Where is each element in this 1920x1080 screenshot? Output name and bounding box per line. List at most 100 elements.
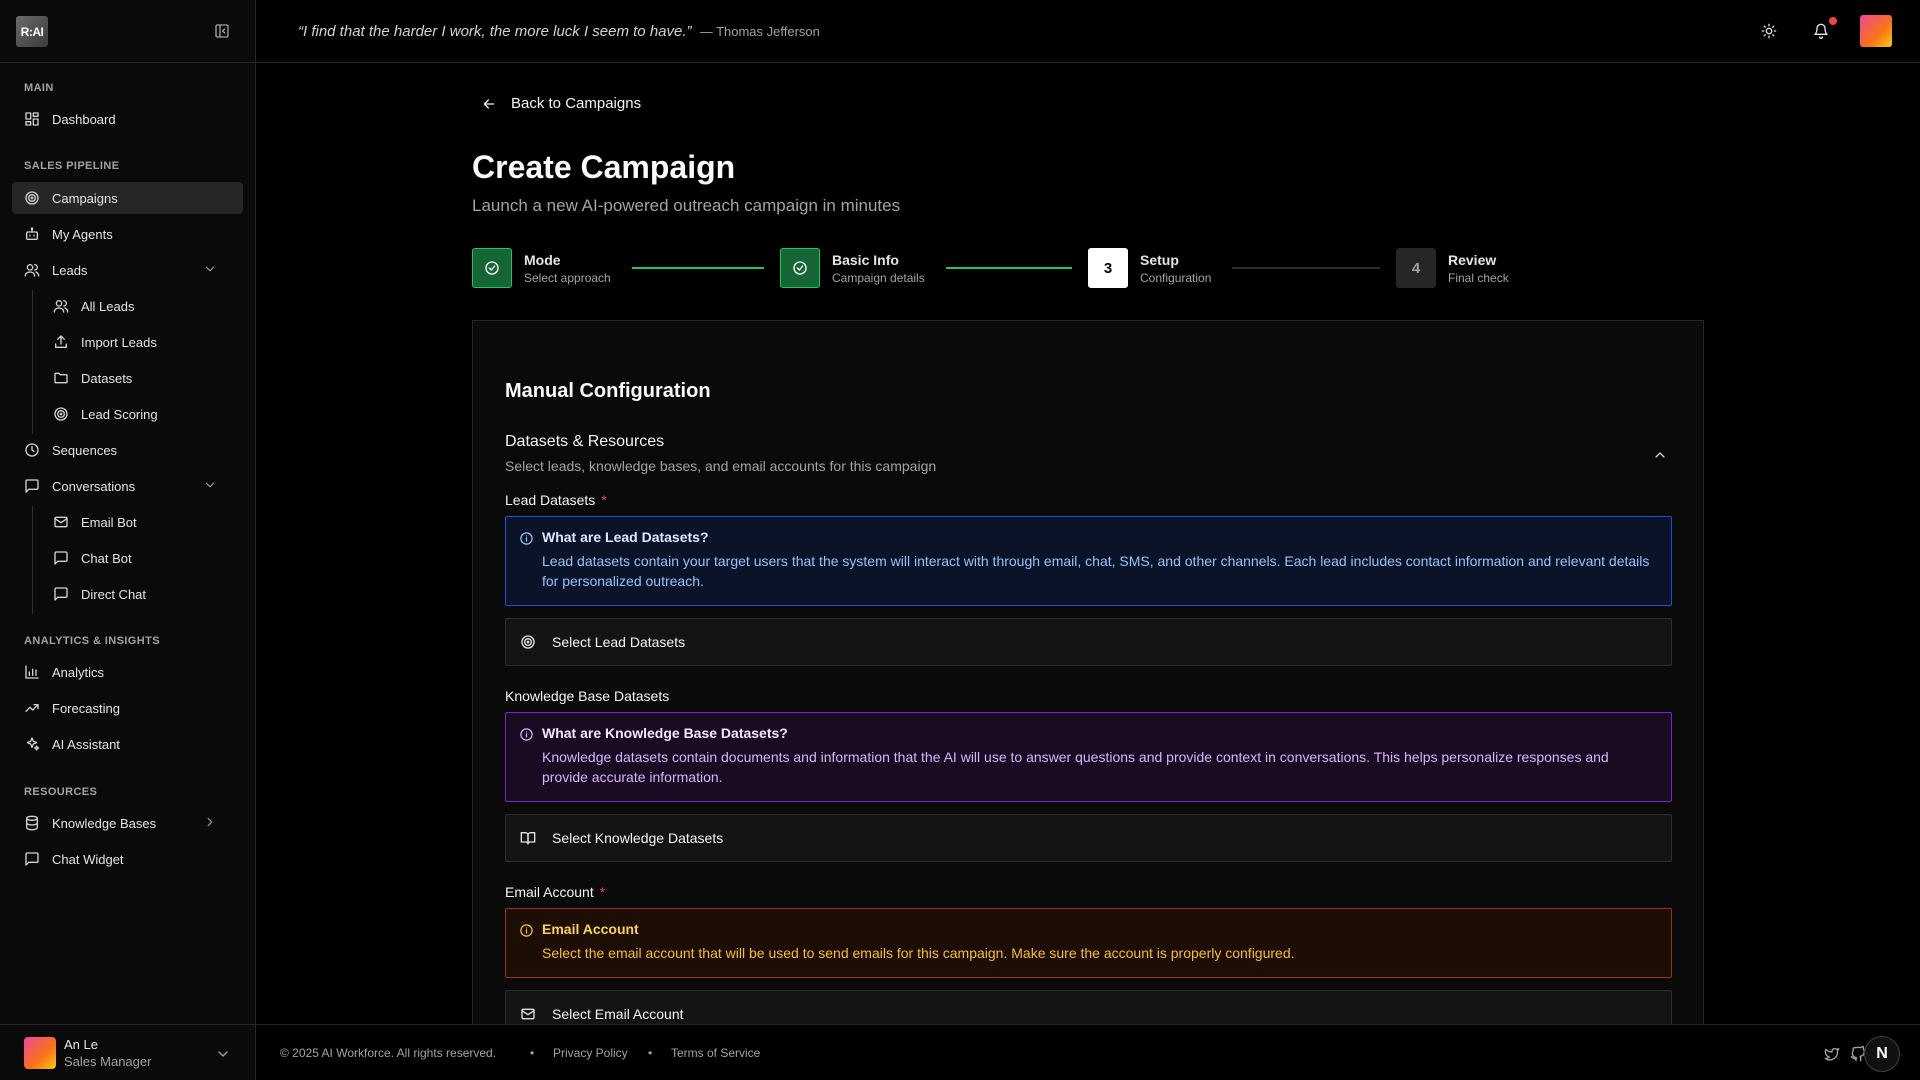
- sidebar-item-campaigns[interactable]: Campaigns: [12, 182, 243, 214]
- info-body: Select the email account that will be us…: [542, 945, 1295, 961]
- sidebar-item-label: Dashboard: [52, 111, 116, 127]
- sidebar-item-label: Conversations: [52, 478, 136, 494]
- section-main: MAIN: [24, 82, 54, 94]
- copyright: © 2025 AI Workforce. All rights reserved…: [280, 1046, 497, 1060]
- sidebar-item-label: Direct Chat: [81, 586, 147, 602]
- sidebar-item-label: Analytics: [52, 664, 105, 680]
- select-label: Select Lead Datasets: [552, 634, 686, 650]
- step-number: 4: [1396, 248, 1436, 288]
- sidebar-item-email-bot[interactable]: Email Bot: [41, 506, 243, 538]
- user-role: Sales Manager: [64, 1054, 152, 1069]
- required-marker: *: [601, 492, 607, 508]
- sidebar-item-direct-chat[interactable]: Direct Chat: [41, 578, 243, 610]
- sidebar-item-label: Import Leads: [81, 334, 157, 350]
- message-square-icon: [25, 479, 39, 493]
- back-to-campaigns-link[interactable]: Back to Campaigns: [481, 95, 641, 112]
- avatar[interactable]: [1860, 15, 1892, 47]
- sidebar-item-label: Datasets: [81, 370, 133, 386]
- message-square-icon: [54, 587, 68, 601]
- chevron-right-icon[interactable]: [203, 815, 217, 829]
- avatar: [24, 1037, 56, 1069]
- book-open-icon: [520, 832, 536, 845]
- step-subtitle: Campaign details: [832, 270, 925, 285]
- app-logo[interactable]: R:AI: [16, 16, 48, 47]
- sidebar-item-label: Chat Widget: [52, 851, 124, 867]
- target-icon: [54, 407, 68, 421]
- dashboard-icon: [25, 112, 39, 126]
- select-label: Select Knowledge Datasets: [552, 830, 724, 846]
- sidebar-item-label: Knowledge Bases: [52, 815, 157, 831]
- chevron-down-icon[interactable]: [203, 478, 217, 492]
- bot-icon: [26, 227, 38, 240]
- notification-badge: [1829, 17, 1837, 25]
- select-lead-datasets-button[interactable]: Select Lead Datasets: [505, 618, 1672, 666]
- info-icon: [520, 924, 533, 937]
- sparkles-icon: [26, 737, 40, 751]
- step-basic-info[interactable]: Basic Info Campaign details: [780, 248, 925, 288]
- motivational-quote: “I find that the harder I work, the more…: [298, 23, 820, 40]
- sidebar-item-label: Email Bot: [81, 514, 137, 530]
- arrow-left-icon: [483, 98, 495, 109]
- terms-of-service-link[interactable]: Terms of Service: [671, 1046, 760, 1060]
- chevron-up-icon[interactable]: [1652, 447, 1668, 463]
- sidebar-item-leads[interactable]: Leads: [12, 254, 243, 286]
- clock-icon: [25, 443, 39, 457]
- select-knowledge-datasets-button[interactable]: Select Knowledge Datasets: [505, 814, 1672, 862]
- chevron-down-icon[interactable]: [203, 262, 217, 276]
- section-sales-pipeline: SALES PIPELINE: [24, 160, 120, 172]
- sidebar-item-lead-scoring[interactable]: Lead Scoring: [41, 398, 243, 430]
- sidebar-item-knowledge-bases[interactable]: Knowledge Bases: [12, 807, 243, 839]
- sidebar-item-analytics[interactable]: Analytics: [12, 656, 243, 688]
- sidebar-item-label: Forecasting: [52, 700, 120, 716]
- page-title: Create Campaign: [472, 149, 736, 185]
- quote-author: — Thomas Jefferson: [699, 24, 820, 39]
- folder-icon: [54, 372, 68, 384]
- step-subtitle: Final check: [1448, 270, 1509, 285]
- step-title: Setup: [1140, 251, 1179, 268]
- separator: •: [530, 1046, 535, 1060]
- email-account-info: Email Account Select the email account t…: [505, 908, 1672, 978]
- step-title: Basic Info: [832, 251, 899, 268]
- leads-tree-line: [32, 290, 33, 434]
- bell-icon[interactable]: [1813, 23, 1829, 39]
- sidebar-item-label: My Agents: [52, 226, 113, 242]
- sidebar-item-all-leads[interactable]: All Leads: [41, 290, 243, 322]
- info-icon: [520, 532, 533, 545]
- step-review[interactable]: 4 Review Final check: [1396, 248, 1509, 288]
- chevron-down-icon[interactable]: [215, 1046, 231, 1062]
- sidebar-item-sequences[interactable]: Sequences: [12, 434, 243, 466]
- sidebar-item-chat-widget[interactable]: Chat Widget: [12, 843, 243, 875]
- sidebar-item-ai-assistant[interactable]: AI Assistant: [12, 728, 243, 760]
- separator: •: [648, 1046, 653, 1060]
- sidebar: R:AI MAIN Dashboard SALES PIPELINE Campa…: [0, 0, 256, 1080]
- sidebar-item-conversations[interactable]: Conversations: [12, 470, 243, 502]
- sidebar-item-dashboard[interactable]: Dashboard: [12, 103, 243, 135]
- info-body: Knowledge datasets contain documents and…: [542, 749, 1609, 785]
- page-subtitle: Launch a new AI-powered outreach campaig…: [472, 196, 901, 215]
- quote-text: “I find that the harder I work, the more…: [298, 23, 692, 40]
- message-square-icon: [54, 551, 68, 565]
- select-email-account-button[interactable]: Select Email Account: [505, 990, 1672, 1024]
- sidebar-item-chat-bot[interactable]: Chat Bot: [41, 542, 243, 574]
- sidebar-toggle-icon[interactable]: [214, 23, 230, 39]
- step-connector: [632, 267, 764, 269]
- section-title: Datasets & Resources: [505, 433, 665, 450]
- message-square-icon: [25, 852, 39, 866]
- user-menu[interactable]: An Le Sales Manager: [0, 1024, 256, 1080]
- sidebar-item-datasets[interactable]: Datasets: [41, 362, 243, 394]
- twitter-icon[interactable]: [1824, 1046, 1840, 1062]
- sidebar-item-my-agents[interactable]: My Agents: [12, 218, 243, 250]
- step-setup[interactable]: 3 Setup Configuration: [1088, 248, 1211, 288]
- step-mode[interactable]: Mode Select approach: [472, 248, 611, 288]
- footer: © 2025 AI Workforce. All rights reserved…: [256, 1024, 1920, 1080]
- select-label: Select Email Account: [552, 1006, 684, 1022]
- target-icon: [521, 635, 535, 649]
- sun-icon[interactable]: [1761, 23, 1777, 39]
- privacy-policy-link[interactable]: Privacy Policy: [553, 1046, 628, 1060]
- required-marker: *: [599, 884, 606, 900]
- sidebar-item-import-leads[interactable]: Import Leads: [41, 326, 243, 358]
- info-title: Email Account: [542, 921, 639, 937]
- floating-action-button[interactable]: N: [1864, 1036, 1900, 1072]
- main-content: Back to Campaigns Create Campaign Launch…: [256, 63, 1920, 1024]
- sidebar-item-forecasting[interactable]: Forecasting: [12, 692, 243, 724]
